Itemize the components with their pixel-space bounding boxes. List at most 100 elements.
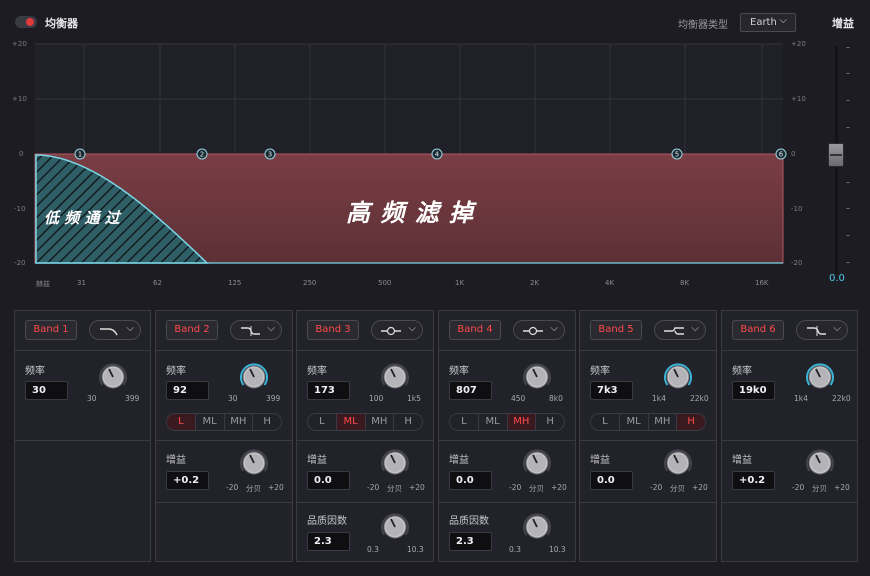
range-option-h[interactable]: H [394, 414, 422, 430]
frequency-min: 1k4 [652, 394, 666, 403]
band-marker[interactable]: 3 [268, 151, 272, 159]
range-option-l[interactable]: L [308, 414, 337, 430]
band-enable-button[interactable]: Band 5 [590, 320, 642, 340]
range-option-mh[interactable]: MH [366, 414, 395, 430]
rotary-knob-icon[interactable] [521, 361, 553, 393]
low-shelf-icon [241, 326, 260, 336]
chevron-down-icon: ⌵ [126, 323, 134, 334]
x-tick: 16K [755, 279, 769, 287]
filter-shape-select[interactable]: ⌵ [230, 320, 282, 340]
gain-value-field[interactable]: +0.2 [732, 471, 775, 490]
frequency-value-field[interactable]: 19k0 [732, 381, 775, 400]
master-gain-fader[interactable]: 0.0 [818, 40, 870, 290]
range-option-mh[interactable]: MH [507, 414, 537, 430]
rotary-knob-icon[interactable] [97, 361, 129, 393]
gain-unit: 分贝 [670, 484, 685, 493]
y-tick-left: -10 [14, 205, 26, 213]
frequency-label: 频率 [590, 366, 610, 377]
q-max: 10.3 [549, 545, 566, 554]
q-min: 0.3 [367, 545, 379, 554]
x-tick: 31 [77, 279, 86, 287]
q-value-field[interactable]: 2.3 [449, 532, 492, 551]
rotary-knob-icon[interactable] [379, 361, 411, 393]
rotary-knob-icon[interactable] [521, 447, 553, 479]
gain-value-field[interactable]: 0.0 [590, 471, 633, 490]
range-option-h[interactable]: H [677, 414, 705, 430]
frequency-value-field[interactable]: 92 [166, 381, 209, 400]
range-option-ml[interactable]: ML [196, 414, 225, 430]
fader-handle[interactable] [828, 143, 844, 167]
range-option-ml[interactable]: ML [620, 414, 649, 430]
rotary-knob-icon[interactable] [379, 511, 411, 543]
range-option-mh[interactable]: MH [649, 414, 678, 430]
filter-shape-select[interactable]: ⌵ [513, 320, 565, 340]
band-enable-button[interactable]: Band 4 [449, 320, 501, 340]
range-option-h[interactable]: H [253, 414, 281, 430]
bell-shape-icon [523, 326, 543, 336]
x-tick: 250 [303, 279, 317, 287]
frequency-value-field[interactable]: 173 [307, 381, 350, 400]
gain-value-field[interactable]: +0.2 [166, 471, 209, 490]
rotary-knob-icon[interactable] [238, 447, 270, 479]
eq-type-select[interactable]: Earth ⌵ [740, 13, 796, 32]
range-option-ml[interactable]: ML [479, 414, 508, 430]
range-option-l[interactable]: L [167, 414, 196, 430]
x-axis-name: 赫兹 [36, 280, 50, 288]
y-tick-right: +20 [791, 40, 806, 48]
range-option-l[interactable]: L [591, 414, 620, 430]
filter-shape-select[interactable]: ⌵ [371, 320, 423, 340]
band-enable-button[interactable]: Band 2 [166, 320, 218, 340]
range-option-ml[interactable]: ML [336, 414, 366, 430]
frequency-range-selector[interactable]: L ML MH H [449, 413, 565, 431]
frequency-value-field[interactable]: 7k3 [590, 381, 633, 400]
band-enable-button[interactable]: Band 6 [732, 320, 784, 340]
rotary-knob-icon[interactable] [521, 511, 553, 543]
rotary-knob-icon[interactable] [804, 361, 836, 393]
frequency-min: 30 [228, 394, 238, 403]
q-max: 10.3 [407, 545, 424, 554]
gain-section: 增益 +0.2 -20 分贝 +20 [722, 441, 857, 503]
frequency-section: 频率 30 30 399 [15, 351, 150, 441]
filter-shape-select[interactable]: ⌵ [89, 320, 141, 340]
master-gain-value: 0.0 [829, 273, 845, 284]
rotary-knob-icon[interactable] [662, 447, 694, 479]
q-value-field[interactable]: 2.3 [307, 532, 350, 551]
band-marker[interactable]: 2 [200, 151, 204, 159]
band-enable-button[interactable]: Band 1 [25, 320, 77, 340]
frequency-range-selector[interactable]: L ML MH H [166, 413, 282, 431]
frequency-min: 30 [87, 394, 97, 403]
rotary-knob-icon[interactable] [379, 447, 411, 479]
gain-unit: 分贝 [812, 484, 827, 493]
eq-power-toggle[interactable] [15, 16, 37, 28]
chevron-down-icon: ⌵ [408, 323, 416, 334]
gain-max: +20 [692, 483, 708, 492]
x-tick: 2K [530, 279, 540, 287]
frequency-range-selector[interactable]: L ML MH H [307, 413, 423, 431]
band-enable-button[interactable]: Band 3 [307, 320, 359, 340]
band-panel: Band 1 ⌵ 频率 30 30 399 [14, 310, 151, 562]
rotary-knob-icon[interactable] [804, 447, 836, 479]
filter-shape-select[interactable]: ⌵ [654, 320, 706, 340]
band-marker[interactable]: 5 [675, 151, 679, 159]
range-option-h[interactable]: H [536, 414, 564, 430]
filter-shape-select[interactable]: ⌵ [796, 320, 848, 340]
gain-value-field[interactable]: 0.0 [307, 471, 350, 490]
band-marker[interactable]: 1 [78, 151, 82, 159]
range-option-mh[interactable]: MH [225, 414, 254, 430]
range-option-l[interactable]: L [450, 414, 479, 430]
frequency-range-selector[interactable]: L ML MH H [590, 413, 706, 431]
frequency-value-field[interactable]: 807 [449, 381, 492, 400]
band-marker[interactable]: 4 [435, 151, 440, 159]
frequency-label: 频率 [307, 366, 327, 377]
eq-curve-graph[interactable]: 1 2 3 4 5 6 +20 +10 0 -10 -20 +20 +10 0 … [0, 38, 810, 292]
rotary-knob-icon[interactable] [662, 361, 694, 393]
band-marker[interactable]: 6 [779, 151, 784, 159]
rotary-knob-icon[interactable] [238, 361, 270, 393]
frequency-value-field[interactable]: 30 [25, 381, 68, 400]
gain-label: 增益 [732, 455, 752, 466]
gain-max: +20 [268, 483, 284, 492]
band-panel: Band 4 ⌵ 频率 807 450 8k0 L ML MH H 增益 0.0 -20 分贝 +20 品质因… [438, 310, 576, 562]
x-tick: 125 [228, 279, 242, 287]
gain-value-field[interactable]: 0.0 [449, 471, 492, 490]
x-tick: 1K [455, 279, 465, 287]
